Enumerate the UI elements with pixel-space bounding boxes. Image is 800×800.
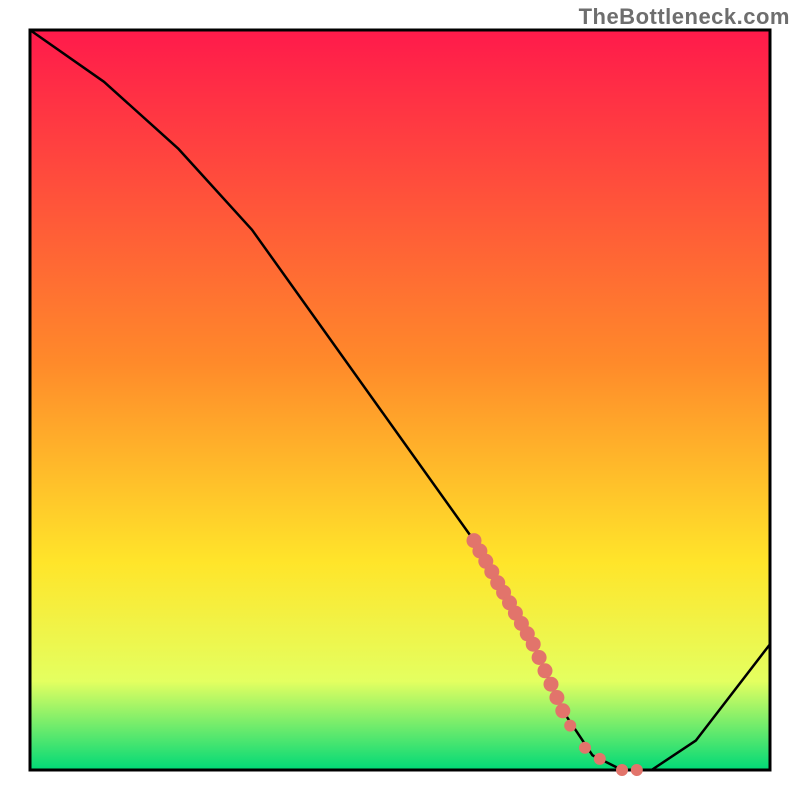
gradient-background [30,30,770,770]
highlight-dot [564,720,576,732]
highlight-dot [555,703,570,718]
highlight-dot [616,764,628,776]
highlight-dot [532,650,547,665]
highlight-dot [631,764,643,776]
chart-svg [0,0,800,800]
highlight-dot [526,637,541,652]
highlight-dot [544,677,559,692]
highlight-dot [579,742,591,754]
chart-stage: TheBottleneck.com [0,0,800,800]
plot-area [30,30,770,776]
highlight-dot [549,690,564,705]
highlight-dot [538,663,553,678]
highlight-dot [594,753,606,765]
